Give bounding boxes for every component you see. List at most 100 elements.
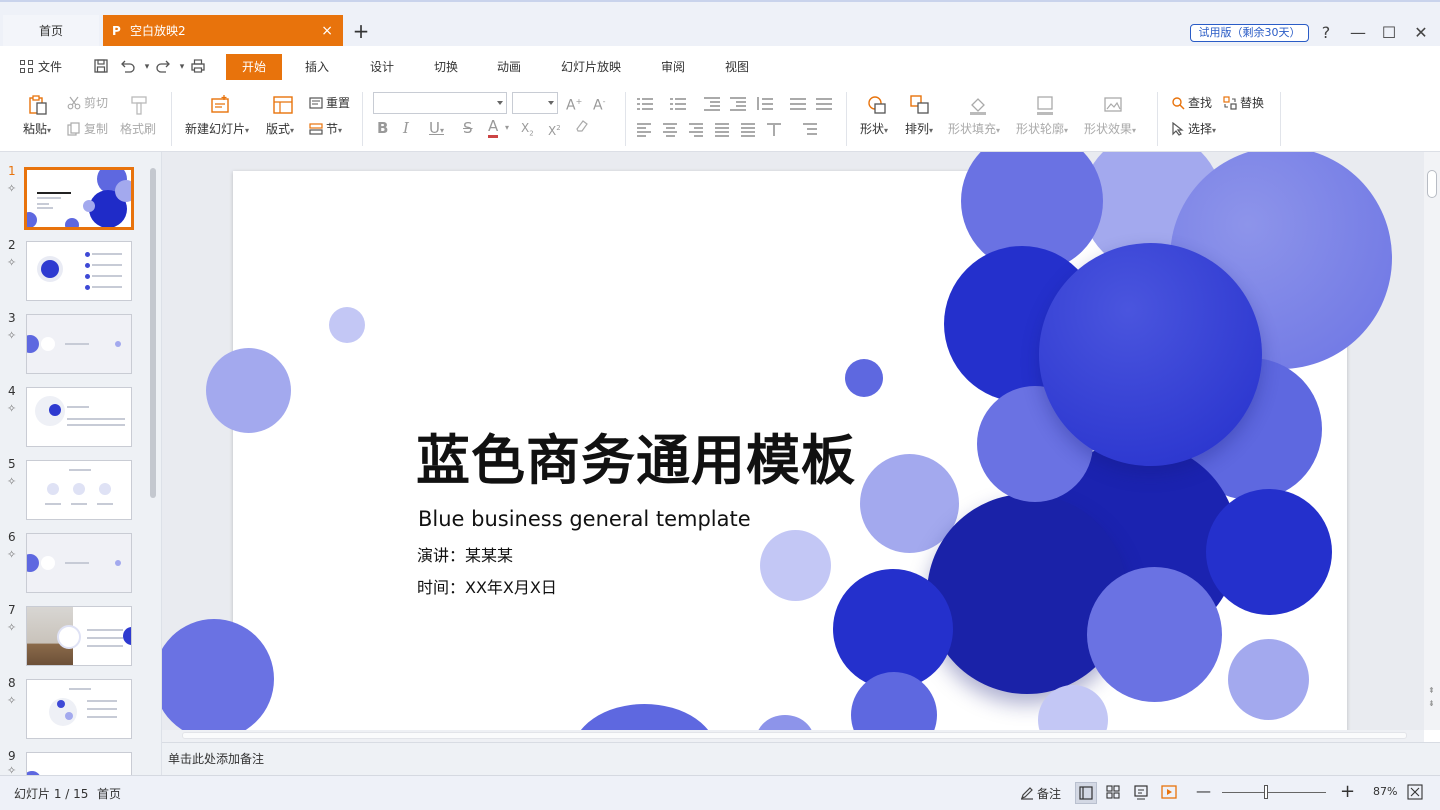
notes-button[interactable]: 备注 xyxy=(1020,785,1061,802)
shape-outline-button[interactable]: 形状轮廓▾ xyxy=(1016,120,1068,138)
new-tab-button[interactable]: + xyxy=(350,20,372,42)
copy-button[interactable]: 复制 xyxy=(67,120,108,138)
tab-insert[interactable]: 插入 xyxy=(305,54,329,80)
text-align-vertical-icon[interactable] xyxy=(767,122,783,136)
numbered-list-icon[interactable] xyxy=(670,96,686,110)
undo-icon[interactable] xyxy=(119,58,137,76)
slide-canvas[interactable]: 蓝色商务通用模板 Blue business general template … xyxy=(162,152,1424,730)
increase-font-icon[interactable]: A+ xyxy=(566,92,582,114)
select-button[interactable]: 选择▾ xyxy=(1171,120,1216,138)
increase-indent-icon[interactable] xyxy=(730,96,746,111)
reset-button[interactable]: 重置 xyxy=(309,94,350,112)
minimize-button[interactable]: — xyxy=(1348,22,1368,44)
tab-home[interactable]: 首页 xyxy=(3,15,99,47)
paste-button[interactable]: 粘贴▾ xyxy=(23,120,51,138)
underline-icon[interactable]: U▾ xyxy=(429,118,444,138)
shape-fill-icon[interactable] xyxy=(967,94,989,116)
cut-button[interactable]: 剪切 xyxy=(67,94,108,112)
tab-close-icon[interactable]: × xyxy=(321,15,333,48)
slide-thumbnail-7[interactable] xyxy=(26,606,132,666)
save-icon[interactable] xyxy=(92,58,110,76)
maximize-button[interactable]: ☐ xyxy=(1379,22,1399,44)
tab-home-ribbon[interactable]: 开始 xyxy=(226,54,282,80)
thumbnail-scrollbar[interactable] xyxy=(150,168,156,498)
scroll-thumb[interactable] xyxy=(1427,170,1437,198)
column-icon[interactable] xyxy=(816,96,832,110)
align-right-icon[interactable] xyxy=(689,122,705,137)
tab-document[interactable]: P 空白放映2 × xyxy=(103,15,343,48)
slide-thumbnail-5[interactable] xyxy=(26,460,132,520)
slide-presenter[interactable]: 演讲：某某某 xyxy=(417,542,513,566)
font-color-icon[interactable]: A xyxy=(488,118,499,138)
notes-pane[interactable]: 单击此处添加备注 xyxy=(162,742,1440,775)
font-size-combo[interactable] xyxy=(512,92,558,114)
bullet-list-icon[interactable] xyxy=(637,96,653,110)
slide-thumbnail-1[interactable] xyxy=(24,167,134,230)
slide-thumbnail-9[interactable] xyxy=(26,752,132,775)
distribute-icon[interactable] xyxy=(741,122,757,137)
shape-icon[interactable] xyxy=(866,94,888,116)
format-painter-button[interactable]: 格式刷 xyxy=(120,120,156,138)
tab-review[interactable]: 审阅 xyxy=(661,54,685,80)
slide-title[interactable]: 蓝色商务通用模板 xyxy=(416,416,856,495)
superscript-icon[interactable]: X2 xyxy=(548,118,561,138)
redo-icon[interactable] xyxy=(154,58,172,76)
new-slide-icon[interactable] xyxy=(209,94,231,116)
slideshow-button[interactable] xyxy=(1159,782,1181,804)
slide-subtitle[interactable]: Blue business general template xyxy=(418,507,751,531)
normal-view-button[interactable] xyxy=(1075,782,1097,804)
slide-thumbnail-8[interactable] xyxy=(26,679,132,739)
arrange-icon[interactable] xyxy=(909,94,931,116)
horizontal-scrollbar[interactable] xyxy=(162,730,1424,742)
smartart-icon[interactable] xyxy=(803,122,819,136)
slide-thumbnail-4[interactable] xyxy=(26,387,132,447)
clear-format-icon[interactable] xyxy=(574,118,590,138)
layout-button[interactable]: 版式▾ xyxy=(266,120,294,138)
align-center-icon[interactable] xyxy=(663,122,679,137)
arrange-button[interactable]: 排列▾ xyxy=(905,120,933,138)
vertical-scrollbar[interactable]: ⇞ ⇟ xyxy=(1424,152,1440,730)
format-painter-icon[interactable] xyxy=(128,94,150,116)
slide-date[interactable]: 时间：XX年X月X日 xyxy=(417,574,557,598)
page-down-icon[interactable]: ⇟ xyxy=(1428,700,1435,708)
fit-window-button[interactable] xyxy=(1405,782,1427,804)
slide-thumbnail-3[interactable] xyxy=(26,314,132,374)
close-window-button[interactable]: ✕ xyxy=(1411,22,1431,44)
shape-outline-icon[interactable] xyxy=(1034,94,1056,116)
trial-badge[interactable]: 试用版（剩余30天） xyxy=(1190,24,1309,42)
shape-effect-button[interactable]: 形状效果▾ xyxy=(1084,120,1136,138)
paste-icon[interactable] xyxy=(27,94,49,116)
zoom-slider[interactable] xyxy=(1222,792,1326,793)
decrease-indent-icon[interactable] xyxy=(704,96,720,111)
text-direction-icon[interactable] xyxy=(790,96,806,110)
help-icon[interactable]: ? xyxy=(1316,22,1336,44)
page-up-icon[interactable]: ⇞ xyxy=(1428,687,1435,695)
italic-icon[interactable]: I xyxy=(403,118,409,138)
scroll-thumb[interactable] xyxy=(182,732,1407,739)
slide-thumbnail-6[interactable] xyxy=(26,533,132,593)
shape-fill-button[interactable]: 形状填充▾ xyxy=(948,120,1000,138)
tab-design[interactable]: 设计 xyxy=(370,54,394,80)
tab-slideshow[interactable]: 幻灯片放映 xyxy=(561,54,621,80)
line-spacing-icon[interactable] xyxy=(757,96,773,110)
slide-thumbnail-2[interactable] xyxy=(26,241,132,301)
tab-animation[interactable]: 动画 xyxy=(497,54,521,80)
tab-view[interactable]: 视图 xyxy=(725,54,749,80)
shape-button[interactable]: 形状▾ xyxy=(860,120,888,138)
shape-effect-icon[interactable] xyxy=(1102,94,1124,116)
zoom-in-button[interactable]: + xyxy=(1340,781,1355,802)
find-button[interactable]: 查找 xyxy=(1171,94,1212,112)
file-menu[interactable]: 文件 xyxy=(20,58,62,76)
font-name-combo[interactable] xyxy=(373,92,507,114)
zoom-slider-handle[interactable] xyxy=(1264,785,1268,799)
layout-icon[interactable] xyxy=(272,94,294,116)
decrease-font-icon[interactable]: A- xyxy=(593,92,605,114)
align-left-icon[interactable] xyxy=(637,122,653,137)
sorter-view-button[interactable] xyxy=(1103,782,1125,804)
zoom-level[interactable]: 87% xyxy=(1373,785,1397,798)
bold-icon[interactable]: B xyxy=(377,118,388,138)
replace-button[interactable]: 替换 xyxy=(1223,94,1264,112)
print-icon[interactable] xyxy=(189,58,207,76)
tab-transition[interactable]: 切换 xyxy=(434,54,458,80)
subscript-icon[interactable]: X2 xyxy=(521,118,534,138)
